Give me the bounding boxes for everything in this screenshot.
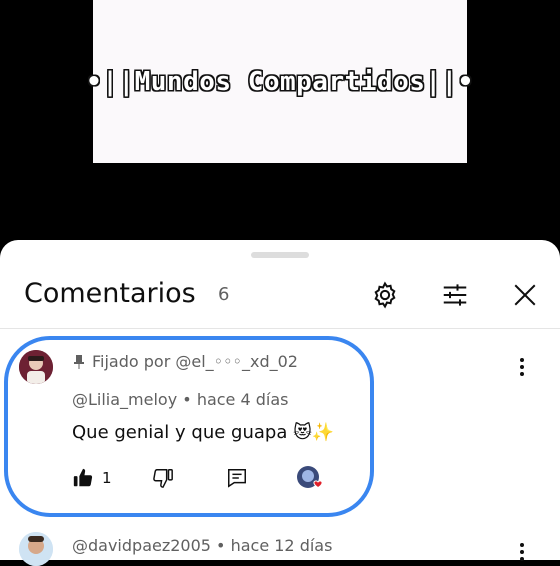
- filter-button[interactable]: [438, 278, 472, 312]
- header-divider: [0, 328, 560, 329]
- settings-button[interactable]: [368, 278, 402, 312]
- drag-handle[interactable]: [251, 252, 309, 258]
- comments-count: 6: [218, 284, 230, 305]
- video-player[interactable]: •||Mundos Compartidos||•: [0, 0, 560, 250]
- video-frame[interactable]: •||Mundos Compartidos||•: [86, 0, 473, 163]
- sliders-icon: [443, 284, 467, 306]
- comment-author[interactable]: @Lilia_meloy: [72, 390, 177, 409]
- close-button[interactable]: [508, 278, 542, 312]
- comments-title: Comentarios: [24, 278, 196, 309]
- comment-menu-button[interactable]: [512, 355, 532, 379]
- comments-header: Comentarios 6: [0, 270, 560, 326]
- video-title-text: •||Mundos Compartidos||•: [86, 66, 474, 97]
- gear-icon: [374, 281, 396, 309]
- close-icon: [514, 284, 536, 306]
